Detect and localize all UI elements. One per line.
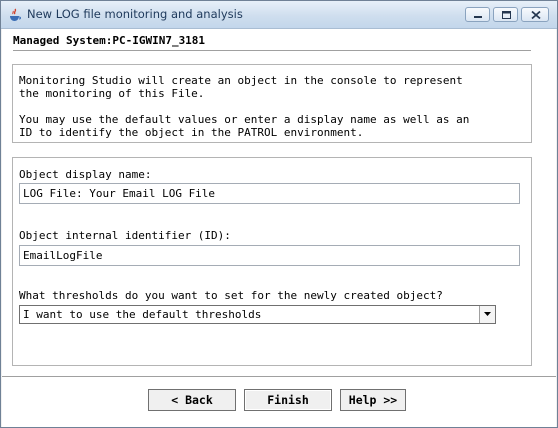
- display-name-field[interactable]: LOG File: Your Email LOG File: [19, 183, 520, 204]
- info-text-line: the monitoring of this File.: [19, 87, 205, 100]
- footer-divider: [2, 376, 556, 378]
- dialog-window: New LOG file monitoring and analysis Man…: [0, 0, 558, 428]
- thresholds-selected-value: I want to use the default thresholds: [23, 308, 262, 321]
- info-text-line: You may use the default values or enter …: [19, 113, 470, 126]
- info-text-line: Monitoring Studio will create an object …: [19, 74, 463, 87]
- identifier-value: EmailLogFile: [23, 249, 103, 262]
- maximize-button[interactable]: [493, 7, 518, 22]
- display-name-label: Object display name:: [19, 168, 152, 181]
- window-title: New LOG file monitoring and analysis: [27, 7, 243, 21]
- minimize-button[interactable]: [465, 7, 490, 22]
- title-bar[interactable]: New LOG file monitoring and analysis: [1, 1, 557, 29]
- info-text-line: ID to identify the object in the PATROL …: [19, 126, 364, 139]
- chevron-down-icon: [484, 312, 491, 316]
- display-name-value: LOG File: Your Email LOG File: [23, 187, 216, 200]
- identifier-label: Object internal identifier (ID):: [19, 229, 231, 242]
- help-button[interactable]: Help >>: [340, 389, 406, 411]
- dropdown-button[interactable]: [479, 306, 495, 323]
- thresholds-dropdown[interactable]: I want to use the default thresholds: [19, 305, 496, 324]
- object-form-panel: Object display name: LOG File: Your Emai…: [12, 157, 532, 366]
- maximize-icon: [502, 11, 511, 19]
- java-app-icon: [8, 7, 22, 21]
- info-panel: Monitoring Studio will create an object …: [12, 64, 532, 143]
- dialog-content: Managed System:PC-IGWIN7_3181 Monitoring…: [2, 29, 556, 427]
- close-icon: [531, 10, 541, 20]
- identifier-field[interactable]: EmailLogFile: [19, 245, 520, 266]
- minimize-icon: [474, 16, 482, 18]
- finish-button[interactable]: Finish: [244, 389, 332, 411]
- back-button[interactable]: < Back: [148, 389, 236, 411]
- close-button[interactable]: [521, 7, 549, 22]
- managed-system-label: Managed System:PC-IGWIN7_3181: [13, 34, 206, 47]
- header-divider: [13, 50, 531, 52]
- thresholds-label: What thresholds do you want to set for t…: [19, 289, 443, 302]
